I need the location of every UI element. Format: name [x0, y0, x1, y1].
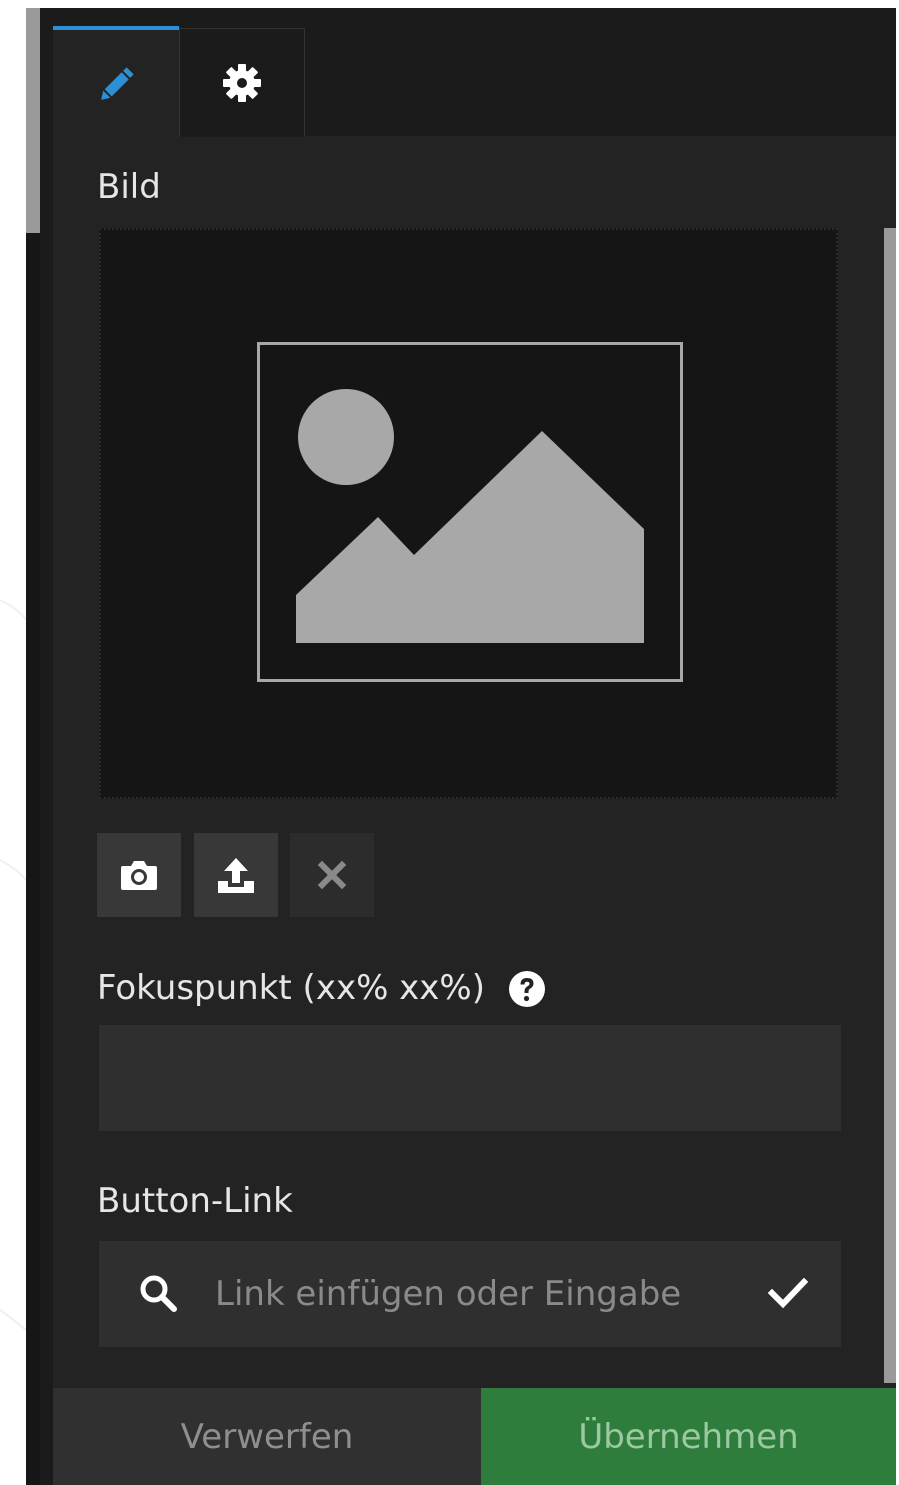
- tab-edit[interactable]: [53, 26, 179, 140]
- discard-button[interactable]: Verwerfen: [53, 1388, 481, 1485]
- pencil-icon: [101, 67, 134, 100]
- close-icon: [317, 860, 347, 890]
- search-icon: [138, 1273, 178, 1313]
- focus-point-input[interactable]: [99, 1025, 841, 1131]
- help-icon[interactable]: [508, 970, 546, 1008]
- left-rail: [26, 233, 40, 1485]
- tab-settings[interactable]: [179, 28, 305, 137]
- camera-button[interactable]: [97, 833, 181, 917]
- confirm-link-button[interactable]: [767, 1276, 809, 1310]
- image-placeholder-icon: [257, 342, 683, 682]
- upload-icon: [218, 858, 254, 893]
- left-rail-light: [26, 8, 40, 233]
- camera-icon: [121, 861, 157, 890]
- upload-button[interactable]: [194, 833, 278, 917]
- link-field-label: Button-Link: [97, 1181, 293, 1221]
- remove-image-button[interactable]: [290, 833, 374, 917]
- scrollbar[interactable]: [884, 228, 896, 1383]
- focus-field-label: Fokuspunkt (xx% xx%): [97, 968, 485, 1008]
- checkmark-icon: [767, 1277, 809, 1309]
- apply-button[interactable]: Übernehmen: [481, 1388, 896, 1485]
- link-input-placeholder: Link einfügen oder Eingabe: [215, 1274, 682, 1314]
- gear-icon: [223, 64, 261, 102]
- image-field-label: Bild: [97, 167, 161, 207]
